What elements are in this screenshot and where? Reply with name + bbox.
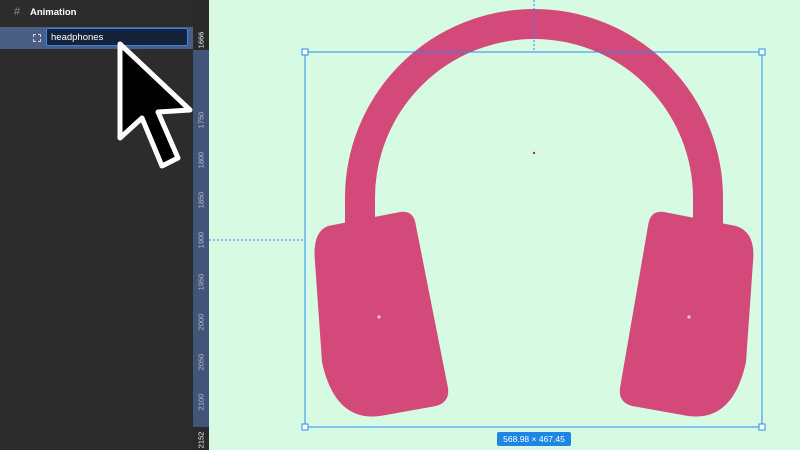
resize-handle-bottom-right[interactable]	[758, 423, 766, 431]
headband-center-dot	[532, 151, 536, 155]
left-cup-center-dot	[377, 315, 381, 319]
canvas-overlay	[209, 0, 766, 431]
resize-handle-top-left[interactable]	[301, 48, 309, 56]
headband	[345, 9, 723, 230]
dimensions-badge: 568.98 × 467.45	[497, 432, 571, 446]
right-ear-cup	[619, 211, 754, 417]
resize-handle-top-right[interactable]	[758, 48, 766, 56]
resize-handle-bottom-left[interactable]	[301, 423, 309, 431]
left-ear-cup	[314, 211, 449, 417]
right-cup-center-dot	[687, 315, 691, 319]
headphones-object[interactable]	[314, 9, 754, 417]
